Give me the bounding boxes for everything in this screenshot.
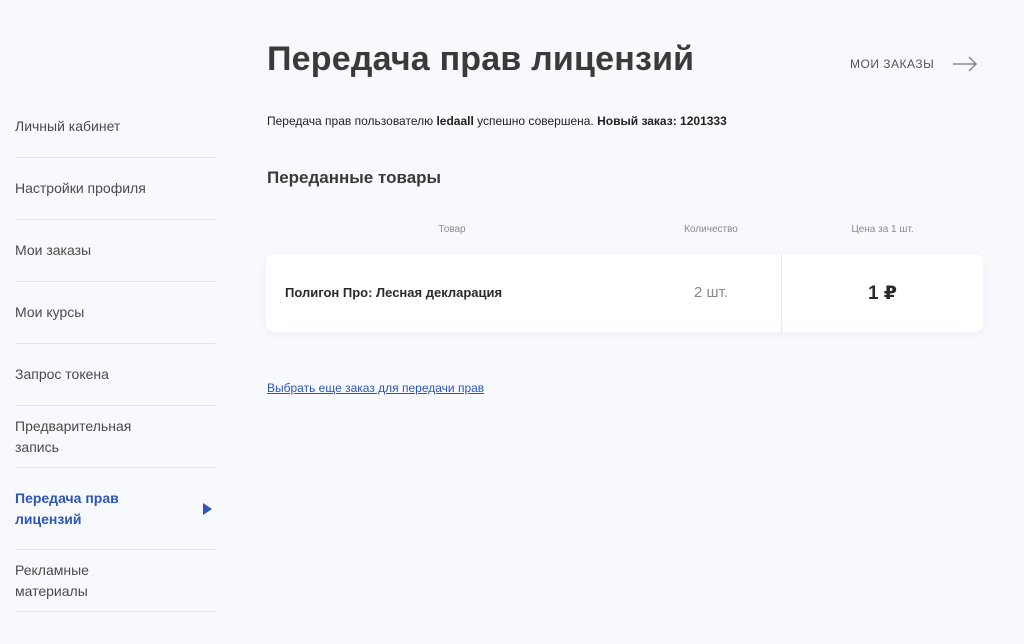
caret-right-icon: [203, 502, 212, 515]
message-username: ledaall: [436, 114, 474, 128]
sidebar-nav: Личный кабинет Настройки профиля Мои зак…: [15, 96, 215, 612]
select-another-order-link[interactable]: Выбрать еще заказ для передачи прав: [267, 381, 484, 395]
page-title: Передача прав лицензий: [267, 40, 695, 78]
page: Личный кабинет Настройки профиля Мои зак…: [0, 0, 1024, 644]
sidebar-item-profile-settings[interactable]: Настройки профиля: [15, 158, 215, 220]
column-header-quantity: Количество: [684, 224, 738, 235]
section-title: Переданные товары: [267, 168, 442, 187]
message-prefix: Передача прав пользователю: [267, 114, 437, 128]
sidebar-item-personal-account[interactable]: Личный кабинет: [15, 96, 215, 158]
sidebar-item-my-orders[interactable]: Мои заказы: [15, 220, 215, 282]
sidebar-item-my-courses[interactable]: Мои курсы: [15, 282, 215, 344]
sidebar-item-token-request[interactable]: Запрос токена: [15, 344, 215, 406]
my-orders-link[interactable]: МОИ ЗАКАЗЫ: [850, 56, 978, 72]
sidebar-item-label: Рекламные материалы: [15, 561, 89, 599]
success-message: Передача прав пользователю ledaall успеш…: [267, 114, 727, 128]
column-header-product: Товар: [438, 224, 466, 235]
sidebar-item-label: Передача прав лицензий: [15, 489, 119, 527]
sidebar-item-label: Личный кабинет: [15, 118, 121, 134]
sidebar-item-label: Мои курсы: [15, 304, 85, 320]
arrow-right-icon: [953, 56, 978, 72]
product-quantity: 2 шт.: [694, 284, 728, 301]
column-header-price: Цена за 1 шт.: [851, 224, 914, 235]
sidebar-item-label: Настройки профиля: [15, 180, 146, 196]
sidebar-item-pre-registration[interactable]: Предварительная запись: [15, 406, 215, 468]
table-row: Полигон Про: Лесная декларация 2 шт. 1 ₽: [266, 254, 983, 332]
message-new-order: Новый заказ: 1201333: [597, 114, 727, 128]
message-middle: успешно совершена.: [473, 114, 598, 128]
sidebar-item-ad-materials[interactable]: Рекламные материалы: [15, 550, 215, 612]
sidebar-item-label: Запрос токена: [15, 366, 109, 382]
my-orders-link-label: МОИ ЗАКАЗЫ: [850, 57, 935, 71]
sidebar-item-license-transfer[interactable]: Передача прав лицензий: [15, 468, 215, 550]
product-name: Полигон Про: Лесная декларация: [285, 285, 503, 300]
sidebar-item-label: Предварительная запись: [15, 417, 132, 455]
sidebar-item-label: Мои заказы: [15, 242, 92, 258]
product-price: 1 ₽: [867, 283, 898, 304]
